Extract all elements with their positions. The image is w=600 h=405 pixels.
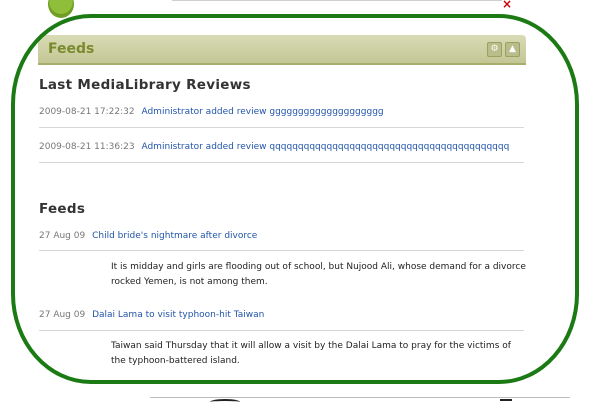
review-row: 2009-08-21 17:22:32 Administrator added … [39,107,384,117]
feed-item-row: 27 Aug 09 Child bride's nightmare after … [39,231,257,241]
arrow-up-icon[interactable]: ▲ [505,41,520,57]
reviews-heading: Last MediaLibrary Reviews [39,77,251,93]
feeds-heading: Feeds [39,201,86,217]
gear-icon[interactable]: ⚙ [487,41,502,57]
bottom-icon [500,399,512,405]
feed-description: It is midday and girls are flooding out … [111,262,526,287]
feed-item-row: 27 Aug 09 Dalai Lama to visit typhoon-hi… [39,310,264,320]
feed-title-link[interactable]: Dalai Lama to visit typhoon-hit Taiwan [92,310,264,320]
divider [39,250,524,251]
review-row: 2009-08-21 11:36:23 Administrator added … [39,142,526,152]
divider [39,330,524,331]
divider [39,127,524,128]
review-link[interactable]: Administrator added review ggggggggggggg… [141,107,383,117]
close-icon[interactable]: × [502,0,512,10]
widget-header[interactable]: Feeds ⚙ ▲ [38,35,526,65]
feed-description: Taiwan said Thursday that it will allow … [111,341,511,366]
review-timestamp: 2009-08-21 11:36:23 [39,142,135,152]
feed-date: 27 Aug 09 [39,310,86,320]
user-avatar-icon [44,0,76,18]
review-timestamp: 2009-08-21 17:22:32 [39,107,135,117]
review-link[interactable]: Administrator added review qqqqqqqqqqqqq… [141,142,509,152]
bottom-icon [210,399,240,405]
highlight-oval [11,14,579,384]
feeds-widget: Feeds ⚙ ▲ [38,35,526,65]
top-divider [172,0,502,1]
widget-title: Feeds [48,41,95,57]
feed-title-link[interactable]: Child bride's nightmare after divorce [92,231,257,241]
feed-date: 27 Aug 09 [39,231,86,241]
divider [39,162,524,163]
